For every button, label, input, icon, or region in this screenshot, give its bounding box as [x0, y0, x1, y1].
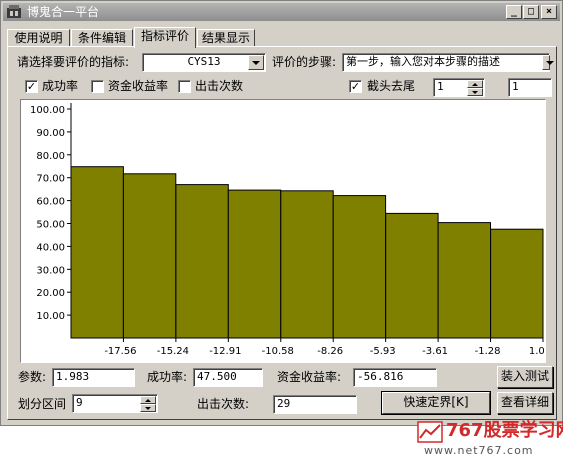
- y-tick-label: 40.00: [36, 242, 65, 253]
- chart-bar: [70, 166, 124, 339]
- hit-count-checkbox[interactable]: [178, 80, 191, 93]
- load-test-button[interactable]: 装入测试: [497, 366, 553, 388]
- x-tick-label: -12.91: [209, 346, 241, 357]
- chart-bar: [175, 184, 229, 339]
- close-button[interactable]: ×: [541, 5, 557, 19]
- chart-bar: [332, 195, 387, 339]
- y-tick-label: 10.00: [36, 311, 65, 322]
- chart-canvas: 10.00 20.00 30.00 40.00 50.00 60.00 70.00 80.00…: [30, 103, 545, 357]
- trim-checkbox[interactable]: ✓: [349, 80, 362, 93]
- indicator-select-value: CYS13: [187, 55, 221, 68]
- chart-bar: [227, 189, 282, 339]
- param-label: 参数:: [18, 370, 47, 384]
- watermark-url: www.net767.com: [424, 444, 534, 457]
- indicator-dropdown-button[interactable]: [248, 55, 264, 70]
- param-input[interactable]: 1.983: [52, 368, 135, 387]
- success-value-label: 成功率:: [147, 370, 188, 384]
- quick-bound-button[interactable]: 快速定界[K]: [381, 391, 491, 415]
- y-tick-label: 70.00: [36, 174, 65, 185]
- capital-return-label: 资金收益率: [108, 79, 169, 93]
- minimize-button[interactable]: _: [506, 5, 522, 19]
- trim-spin-up-button[interactable]: [467, 80, 483, 88]
- histogram-chart: 10.00 20.00 30.00 40.00 50.00 60.00 70.00 80.00…: [20, 99, 546, 363]
- success-value-field[interactable]: 47.500: [193, 368, 263, 387]
- y-tick-label: 30.00: [36, 265, 65, 276]
- x-tick-label: -10.58: [262, 346, 294, 357]
- chart-bar: [122, 173, 177, 339]
- x-tick-label: -17.56: [104, 346, 136, 357]
- capital-return-checkbox[interactable]: [91, 80, 104, 93]
- hit-count-label: 出击次数: [195, 79, 244, 93]
- maximize-button[interactable]: □: [523, 5, 539, 19]
- main-window: 博鬼合一平台 _ □ × 使用说明 条件编辑 指标评价 结果显示 请选择要评价的…: [0, 0, 563, 426]
- trim-second-input[interactable]: 1: [508, 78, 552, 97]
- step-input[interactable]: 第一步，输入您对本步骤的描述: [342, 53, 550, 72]
- tab-condition-edit[interactable]: 条件编辑: [71, 29, 133, 47]
- tab-usage[interactable]: 使用说明: [7, 29, 70, 47]
- return-value-field[interactable]: -56.816: [353, 368, 437, 387]
- app-icon: [7, 5, 21, 18]
- chart-bar: [490, 228, 544, 339]
- x-tick-label: -8.26: [317, 346, 343, 357]
- x-tick-label: -15.24: [157, 346, 189, 357]
- y-tick-label: 80.00: [36, 151, 65, 162]
- step-label: 评价的步骤:: [272, 55, 337, 69]
- tab-results[interactable]: 结果显示: [197, 29, 255, 47]
- hits-value-field[interactable]: 29: [273, 395, 357, 414]
- y-tick-label: 60.00: [36, 197, 65, 208]
- window-title: 博鬼合一平台: [27, 5, 100, 19]
- y-tick-label: 100.00: [30, 105, 65, 116]
- tab-indicator-eval[interactable]: 指标评价: [134, 27, 196, 48]
- step-scroll-button[interactable]: [542, 55, 554, 70]
- trim-spin-down-button[interactable]: [467, 88, 483, 96]
- chart-bar: [280, 190, 334, 339]
- view-detail-button[interactable]: 查看详细: [497, 392, 553, 414]
- chart-bar: [385, 212, 439, 339]
- trim-label: 截头去尾: [367, 79, 416, 93]
- y-tick-label: 50.00: [36, 220, 65, 231]
- watermark-text: 767股票学习网: [446, 420, 563, 441]
- indicator-label: 请选择要评价的指标:: [17, 55, 130, 69]
- hits-value-label: 出击次数:: [197, 397, 250, 411]
- chart-bar: [437, 222, 492, 339]
- success-rate-label: 成功率: [42, 79, 79, 93]
- x-tick-label: -3.61: [422, 346, 448, 357]
- interval-label: 划分区间: [18, 397, 67, 411]
- title-bar[interactable]: 博鬼合一平台 _ □ ×: [3, 3, 560, 21]
- return-value-label: 资金收益率:: [277, 370, 342, 384]
- interval-spin-down-button[interactable]: [140, 404, 156, 412]
- x-tick-label: -5.93: [370, 346, 396, 357]
- y-tick-label: 90.00: [36, 128, 65, 139]
- y-tick-label: 20.00: [36, 288, 65, 299]
- x-tick-label: -1.28: [475, 346, 501, 357]
- x-tick-label: 1.05: [529, 346, 545, 357]
- interval-spin-up-button[interactable]: [140, 396, 156, 404]
- success-rate-checkbox[interactable]: ✓: [25, 80, 38, 93]
